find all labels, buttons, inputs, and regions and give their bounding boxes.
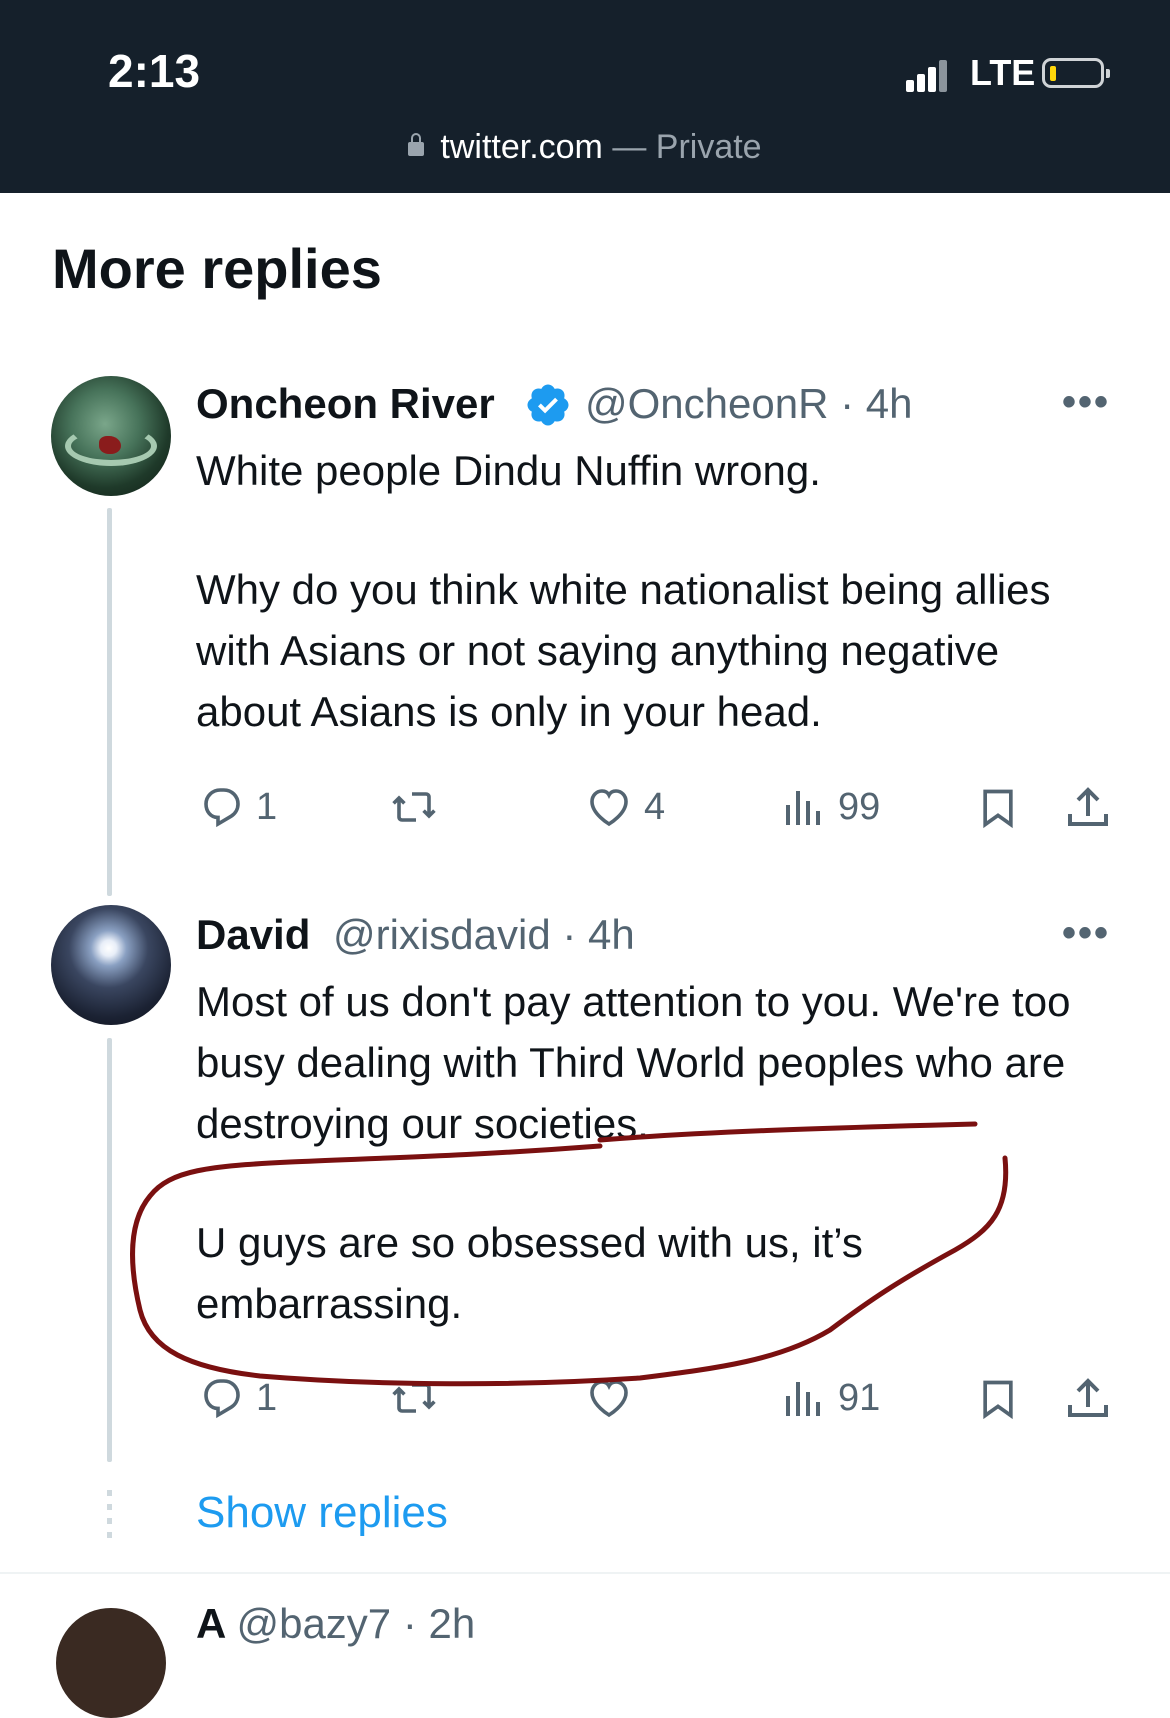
retweet-button[interactable] <box>388 1374 450 1422</box>
more-options-icon[interactable]: ••• <box>1062 911 1110 956</box>
like-icon <box>590 1380 628 1418</box>
retweet-icon <box>392 1383 436 1413</box>
tweet-paragraph: U guys are so obsessed with us, it’s emb… <box>196 1219 863 1327</box>
browser-status-bar: 2:13 LTE twitter.com — Private <box>0 0 1170 193</box>
view-count: 91 <box>838 1376 881 1419</box>
address-bar[interactable]: twitter.com — Private <box>0 128 1170 167</box>
share-button[interactable] <box>1064 783 1112 833</box>
tweet-text: White people Dindu Nuffin wrong. Why do … <box>196 440 1096 742</box>
show-replies-link[interactable]: Show replies <box>196 1488 448 1538</box>
reply-count: 1 <box>256 1376 278 1419</box>
tweet-handle[interactable]: @OncheonR · 4h <box>585 380 912 428</box>
view-count: 99 <box>838 785 881 828</box>
bookmark-icon <box>983 789 1013 829</box>
tweet-text: Most of us don't pay attention to you. W… <box>196 971 1096 1334</box>
views-button[interactable]: 91 <box>780 1374 880 1422</box>
url-host: twitter.com <box>440 128 603 166</box>
tweet-paragraph: Why do you think white nationalist being… <box>196 566 1051 735</box>
share-button[interactable] <box>1064 1374 1112 1424</box>
private-label: — Private <box>602 128 762 166</box>
divider <box>0 1572 1170 1574</box>
bookmark-button[interactable] <box>976 1374 1020 1424</box>
like-button[interactable]: 4 <box>584 783 665 831</box>
like-button[interactable] <box>584 1374 644 1422</box>
bookmark-button[interactable] <box>976 783 1020 833</box>
more-options-icon[interactable]: ••• <box>1062 380 1110 425</box>
clock-time: 2:13 <box>108 45 201 97</box>
signal-icon <box>906 58 947 92</box>
avatar[interactable] <box>51 376 171 496</box>
like-count: 4 <box>644 785 666 828</box>
share-icon <box>1068 787 1108 826</box>
like-icon <box>590 789 628 827</box>
lock-icon <box>408 133 425 156</box>
reply-button[interactable]: 1 <box>198 1374 277 1422</box>
thread-line <box>107 508 112 896</box>
avatar[interactable] <box>56 1608 166 1718</box>
reply-button[interactable]: 1 <box>198 783 277 831</box>
retweet-icon <box>392 792 436 822</box>
tweet-author-name[interactable]: A <box>196 1600 225 1647</box>
next-tweet-header: A @bazy7 · 2h <box>196 1600 475 1648</box>
views-icon <box>786 1382 820 1416</box>
views-button[interactable]: 99 <box>780 783 880 831</box>
reply-icon <box>204 1379 240 1419</box>
thread-dots <box>107 1490 112 1544</box>
tweet-handle[interactable]: @rixisdavid · 4h <box>333 911 635 959</box>
section-title: More replies <box>52 237 382 300</box>
tweet-paragraph: White people Dindu Nuffin wrong. <box>196 447 821 494</box>
views-icon <box>786 791 820 825</box>
network-type: LTE <box>970 52 1036 93</box>
verified-badge-icon <box>527 384 569 426</box>
tweet-author-name[interactable]: David <box>196 911 310 959</box>
retweet-button[interactable] <box>388 783 450 831</box>
battery-icon <box>1042 58 1110 88</box>
reply-icon <box>204 788 240 828</box>
thread-line <box>107 1038 112 1462</box>
reply-count: 1 <box>256 785 278 828</box>
tweet-handle[interactable]: @bazy7 · 2h <box>236 1600 475 1647</box>
avatar[interactable] <box>51 905 171 1025</box>
tweet-author-name[interactable]: Oncheon River <box>196 380 495 428</box>
tweet-paragraph: Most of us don't pay attention to you. W… <box>196 978 1071 1147</box>
share-icon <box>1068 1378 1108 1417</box>
bookmark-icon <box>983 1380 1013 1420</box>
